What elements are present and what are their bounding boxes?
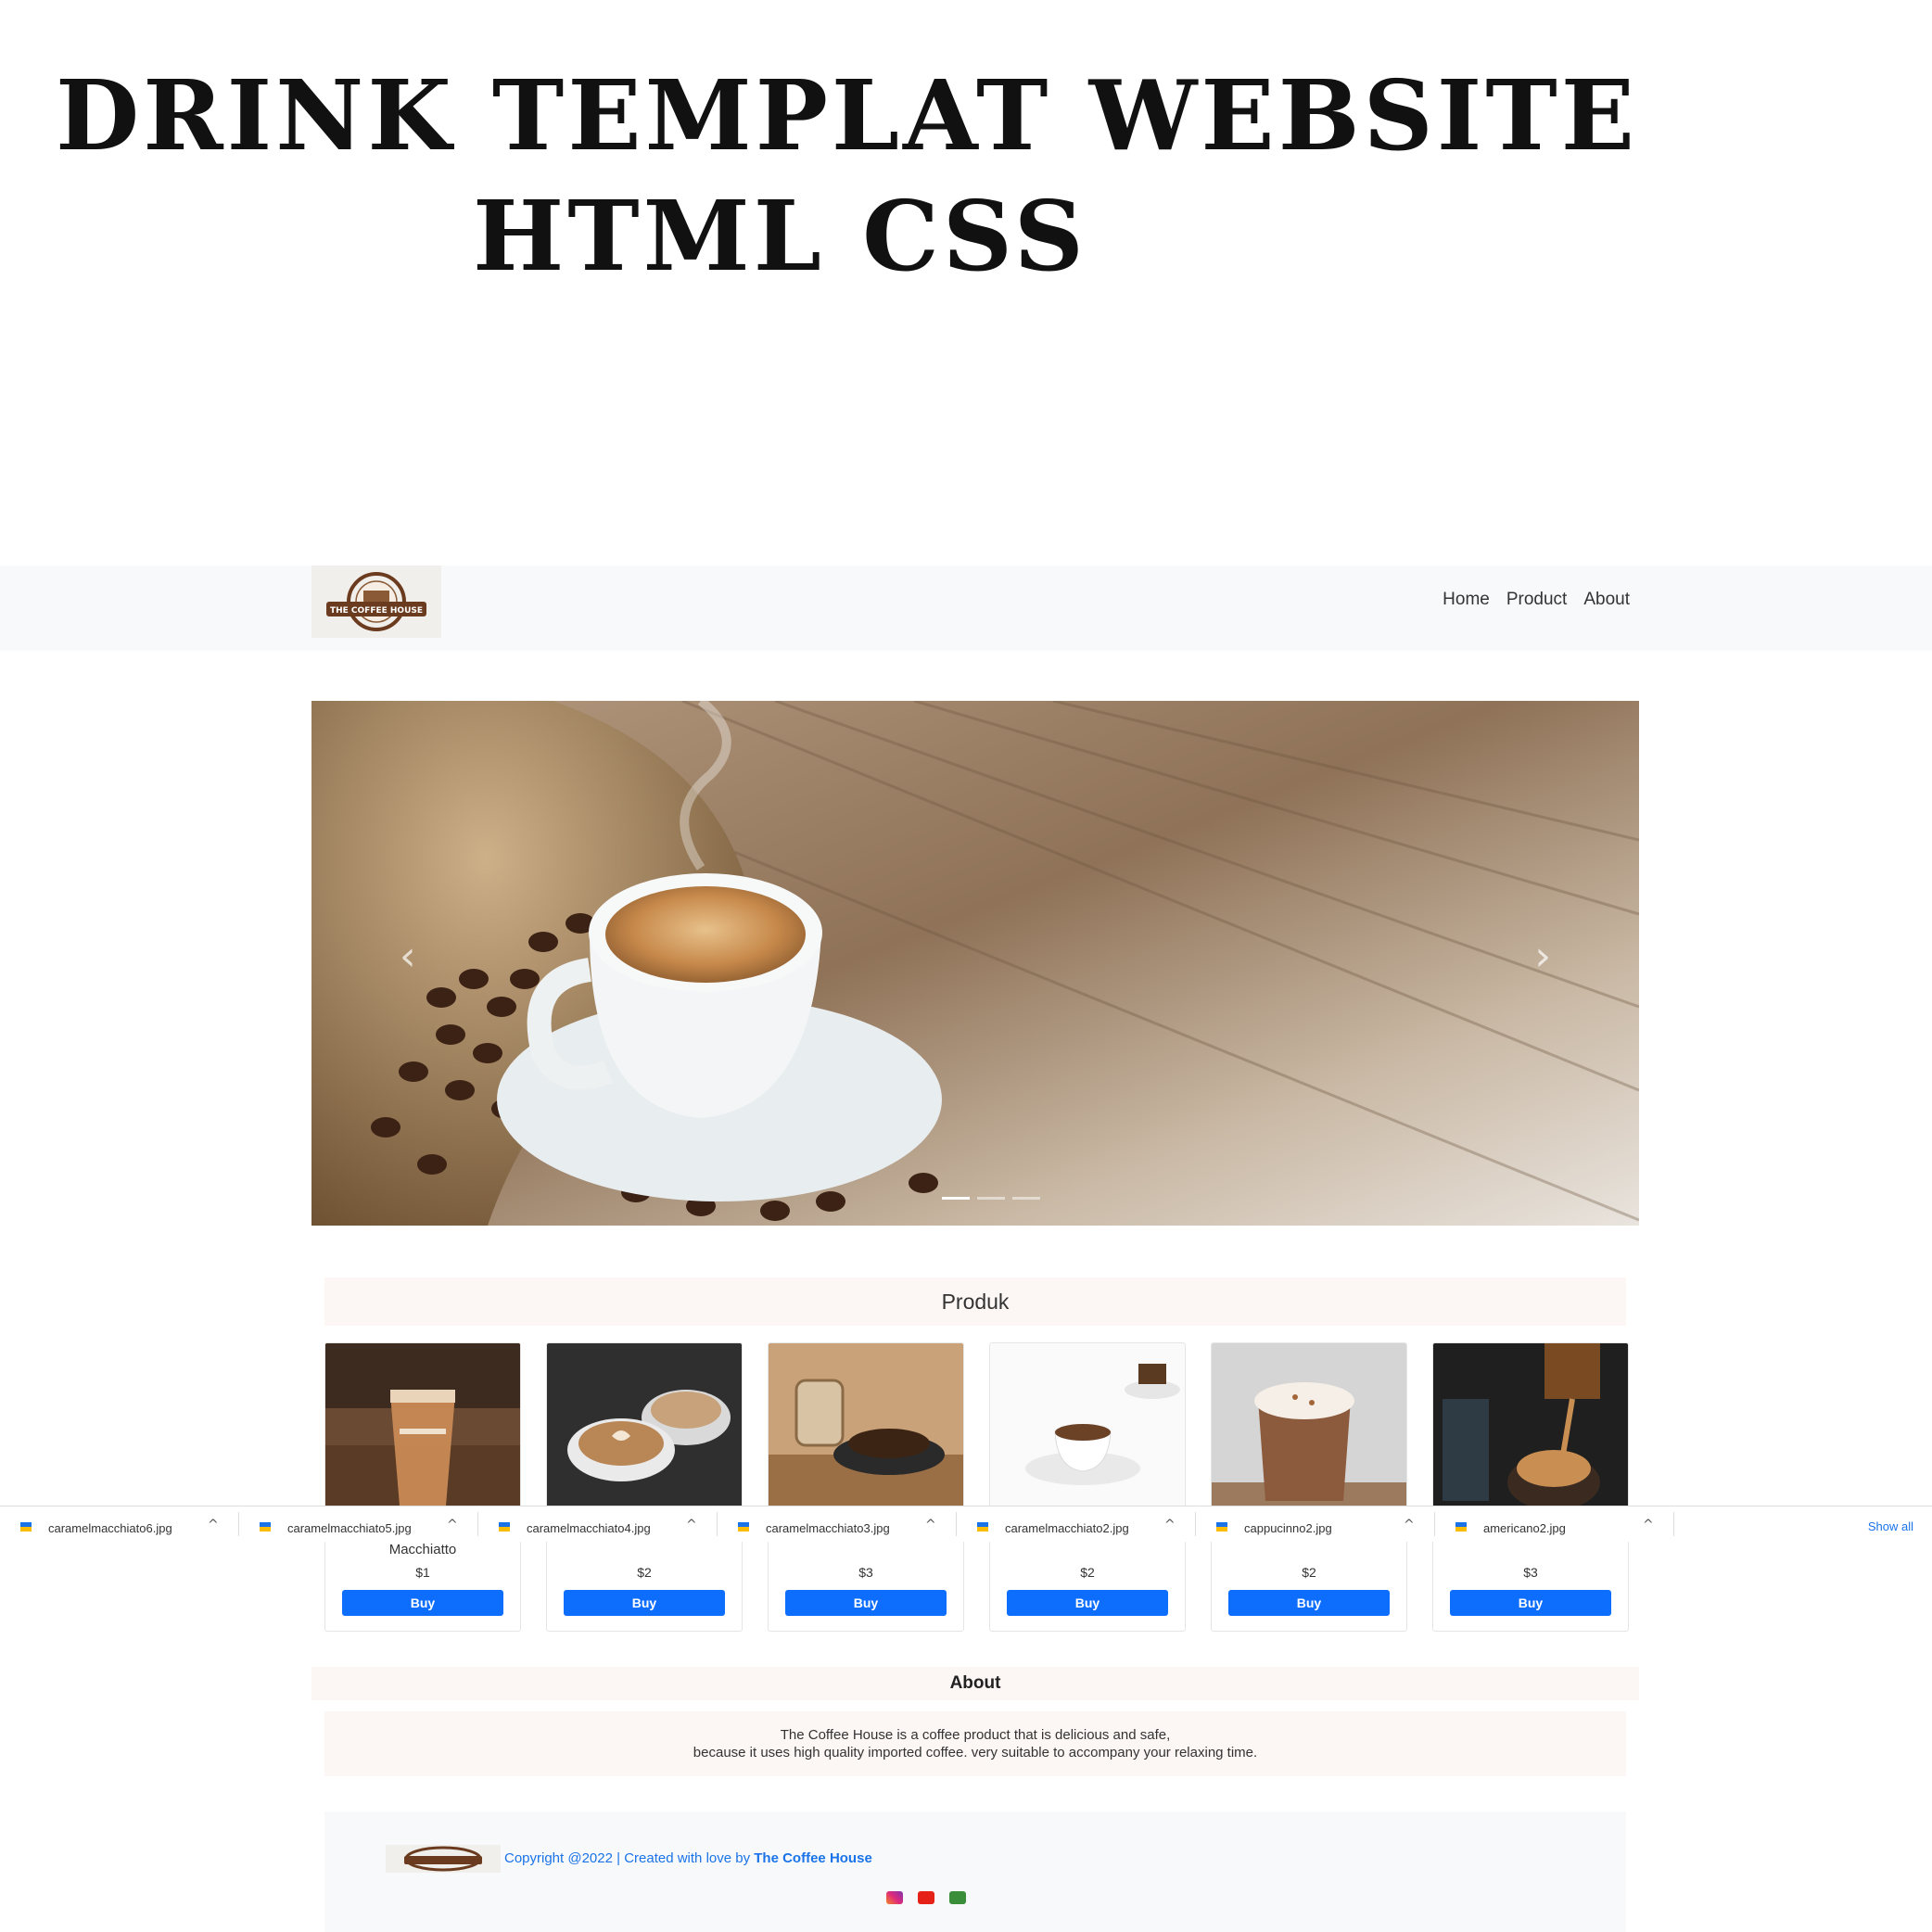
logo-text: THE COFFEE HOUSE — [330, 606, 423, 616]
product-price: $2 — [637, 1565, 652, 1580]
promo-title-line1: Drink Templat Website — [56, 58, 1639, 172]
show-all-link[interactable]: Show all — [1868, 1519, 1913, 1533]
download-item[interactable]: caramelmacchiato2.jpg ^ — [957, 1506, 1196, 1542]
image-file-icon — [738, 1522, 749, 1532]
product-price: $2 — [1302, 1565, 1316, 1580]
chevron-up-icon[interactable]: ^ — [1164, 1518, 1176, 1532]
download-item[interactable]: caramelmacchiato5.jpg ^ — [239, 1506, 478, 1542]
download-filename: americano2.jpg — [1483, 1521, 1566, 1535]
carousel-indicator-1[interactable] — [942, 1197, 970, 1200]
product-image — [547, 1343, 742, 1510]
about-line-1: The Coffee House is a coffee product tha… — [780, 1727, 1171, 1743]
download-filename: caramelmacchiato2.jpg — [1005, 1521, 1129, 1535]
buy-button[interactable]: Buy — [1228, 1590, 1390, 1616]
product-image — [990, 1343, 1185, 1510]
download-filename: caramelmacchiato3.jpg — [766, 1521, 890, 1535]
product-card: $3 Buy — [1432, 1342, 1629, 1632]
download-filename: caramelmacchiato6.jpg — [48, 1521, 172, 1535]
chevron-up-icon[interactable]: ^ — [1643, 1518, 1654, 1532]
footer: Copyright @2022 | Created with love by T… — [324, 1811, 1626, 1932]
about-header: About — [311, 1667, 1639, 1700]
product-card: $2 Buy — [546, 1342, 743, 1632]
image-file-icon — [1216, 1522, 1227, 1532]
navbar: THE COFFEE HOUSE Home Product About — [0, 566, 1932, 651]
copyright-text: Copyright @2022 | Created with love by T… — [386, 1845, 905, 1873]
carousel-indicators — [942, 1197, 1040, 1200]
product-card: $2 Buy — [1211, 1342, 1407, 1632]
about-line-2: because it uses high quality imported co… — [693, 1745, 1258, 1760]
image-file-icon — [1455, 1522, 1467, 1532]
nav-about[interactable]: About — [1583, 590, 1630, 610]
buy-button[interactable]: Buy — [785, 1590, 947, 1616]
chevron-up-icon[interactable]: ^ — [686, 1518, 697, 1532]
download-filename: cappucinno2.jpg — [1244, 1521, 1332, 1535]
download-item[interactable]: americano2.jpg ^ — [1435, 1506, 1674, 1542]
coffee-house-logo[interactable]: THE COFFEE HOUSE — [311, 566, 441, 638]
nav-home[interactable]: Home — [1443, 590, 1490, 610]
hero-carousel[interactable]: ‹ › — [311, 701, 1639, 1226]
download-filename: caramelmacchiato5.jpg — [287, 1521, 412, 1535]
social-links — [886, 1891, 966, 1904]
product-card: $3 Buy — [768, 1342, 964, 1632]
promo-title: Drink Templat Website HTML CSS — [56, 56, 1639, 297]
product-price: $3 — [1523, 1565, 1538, 1580]
download-item[interactable]: caramelmacchiato3.jpg ^ — [718, 1506, 957, 1542]
promo-title-line2: HTML CSS — [473, 179, 1087, 293]
buy-button[interactable]: Buy — [1450, 1590, 1611, 1616]
image-file-icon — [499, 1522, 510, 1532]
footer-brand-link[interactable]: The Coffee House — [754, 1850, 872, 1866]
product-image — [1212, 1343, 1406, 1510]
image-file-icon — [20, 1522, 32, 1532]
buy-button[interactable]: Buy — [342, 1590, 503, 1616]
download-filename: caramelmacchiato4.jpg — [527, 1521, 651, 1535]
copyright-label: Copyright @2022 | Created with love by — [504, 1850, 755, 1866]
download-item[interactable]: caramelmacchiato4.jpg ^ — [478, 1506, 718, 1542]
instagram-icon[interactable] — [886, 1891, 903, 1904]
product-image — [325, 1343, 520, 1510]
chevron-up-icon[interactable]: ^ — [447, 1518, 458, 1532]
image-file-icon — [260, 1522, 271, 1532]
nav-product[interactable]: Product — [1506, 590, 1567, 610]
nav-links: Home Product About — [1443, 590, 1630, 610]
carousel-indicator-2[interactable] — [977, 1197, 1005, 1200]
chevron-up-icon[interactable]: ^ — [208, 1518, 219, 1532]
downloads-bar: caramelmacchiato6.jpg ^ caramelmacchiato… — [0, 1506, 1932, 1542]
about-text: The Coffee House is a coffee product tha… — [324, 1711, 1626, 1776]
product-image — [769, 1343, 963, 1510]
product-image — [1433, 1343, 1628, 1510]
produk-title: Produk — [941, 1289, 1010, 1314]
carousel-next-icon[interactable]: › — [1534, 933, 1551, 980]
about-title: About — [949, 1673, 1001, 1693]
hero-coffee-image — [311, 701, 1639, 1226]
product-card: $2 Buy — [989, 1342, 1186, 1632]
chevron-up-icon[interactable]: ^ — [925, 1518, 936, 1532]
download-item[interactable]: cappucinno2.jpg ^ — [1196, 1506, 1435, 1542]
buy-button[interactable]: Buy — [1007, 1590, 1168, 1616]
product-card: Macchiatto $1 Buy — [324, 1342, 521, 1632]
youtube-icon[interactable] — [918, 1891, 934, 1904]
product-price: $3 — [858, 1565, 873, 1580]
product-price: $2 — [1080, 1565, 1095, 1580]
product-name: Macchiatto — [388, 1542, 457, 1557]
carousel-indicator-3[interactable] — [1012, 1197, 1040, 1200]
buy-button[interactable]: Buy — [564, 1590, 725, 1616]
produk-header: Produk — [324, 1277, 1626, 1326]
carousel-prev-icon[interactable]: ‹ — [400, 933, 416, 980]
divider — [1673, 1512, 1674, 1536]
whatsapp-icon[interactable] — [949, 1891, 966, 1904]
product-price: $1 — [415, 1565, 430, 1580]
image-file-icon — [977, 1522, 988, 1532]
download-item[interactable]: caramelmacchiato6.jpg ^ — [0, 1506, 239, 1542]
chevron-up-icon[interactable]: ^ — [1404, 1518, 1415, 1532]
